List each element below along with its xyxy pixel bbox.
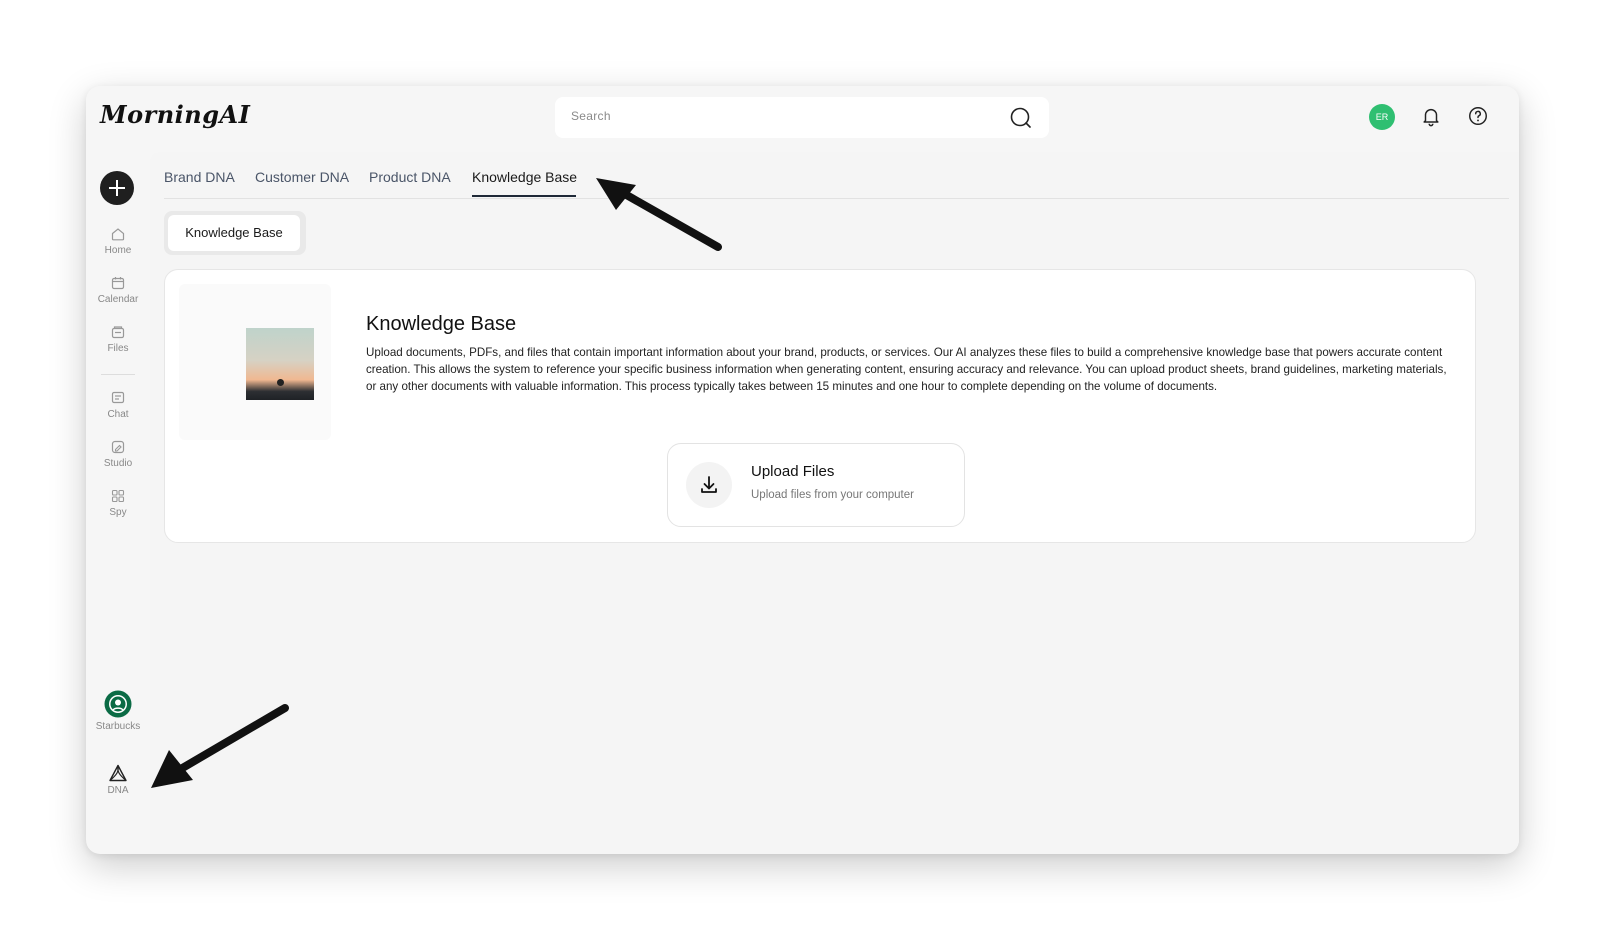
subtab-group: Knowledge Base [164,211,306,255]
sidebar-item-label: Home [104,245,132,256]
starbucks-logo-icon [104,690,132,718]
active-tab-indicator [472,195,576,197]
studio-icon [111,440,125,454]
sidebar-item-spy[interactable]: Spy [86,488,150,518]
illustration-photo [246,328,314,400]
chat-icon [111,391,125,404]
top-bar: MorningAI Search ER [86,86,1519,152]
app-window: MorningAI Search ER Home Calendar Files … [86,86,1519,854]
home-icon [111,228,125,241]
card-title: Knowledge Base [366,313,517,335]
sidebar-item-label: Spy [109,507,127,518]
sidebar-item-home[interactable]: Home [86,226,150,256]
sidebar-item-dna[interactable]: DNA [86,764,150,796]
illustration-tree [277,379,284,386]
plus-icon [109,180,125,196]
app-logo[interactable]: MorningAI [100,100,250,129]
sidebar-item-label: Studio [103,458,133,469]
sidebar-item-label: Files [107,343,129,354]
upload-subtitle: Upload files from your computer [751,489,914,501]
annotation-arrow-tab [596,178,722,251]
user-avatar[interactable]: ER [1369,104,1395,130]
sidebar-item-files[interactable]: Files [86,324,150,354]
tab-brand-dna[interactable]: Brand DNA [164,169,235,185]
sidebar-item-chat[interactable]: Chat [86,390,150,420]
tab-bar: Brand DNA Customer DNA Product DNA Knowl… [164,152,1509,199]
card-description: Upload documents, PDFs, and files that c… [366,346,1447,393]
sidebar-divider [101,374,135,375]
add-button[interactable] [100,171,134,205]
annotation-arrow-dna [151,704,289,788]
sidebar-item-studio[interactable]: Studio [86,439,150,469]
search-icon[interactable] [1009,106,1033,130]
search-input[interactable]: Search [571,109,611,123]
upload-files-button[interactable]: Upload Files Upload files from your comp… [667,443,965,527]
brand-switcher-starbucks[interactable]: Starbucks [86,690,150,732]
calendar-icon [111,277,125,290]
files-icon [111,326,125,339]
help-icon[interactable] [1467,105,1489,127]
tab-knowledge-base[interactable]: Knowledge Base [472,169,577,185]
upload-icon-circle [686,462,732,508]
subtab-knowledge-base[interactable]: Knowledge Base [168,215,300,251]
illustration-quote [195,348,243,354]
sidebar: Home Calendar Files Chat Studio Spy Star… [86,152,150,854]
tab-product-dna[interactable]: Product DNA [369,169,451,185]
download-icon [701,476,717,493]
sidebar-brand-label: Starbucks [95,721,141,732]
sidebar-item-label: Chat [107,409,129,420]
dna-icon [109,764,127,782]
main-content: Brand DNA Customer DNA Product DNA Knowl… [150,152,1519,854]
sidebar-item-label: Calendar [97,294,139,305]
upload-title: Upload Files [751,463,835,480]
sidebar-item-label: DNA [107,785,129,796]
sidebar-item-calendar[interactable]: Calendar [86,275,150,305]
search-bar[interactable]: Search [555,97,1049,138]
knowledge-base-illustration [179,284,331,440]
tab-customer-dna[interactable]: Customer DNA [255,169,349,185]
spy-icon [111,489,125,503]
notification-bell-icon[interactable] [1420,105,1442,127]
knowledge-base-card: Knowledge Base Upload documents, PDFs, a… [164,269,1476,543]
